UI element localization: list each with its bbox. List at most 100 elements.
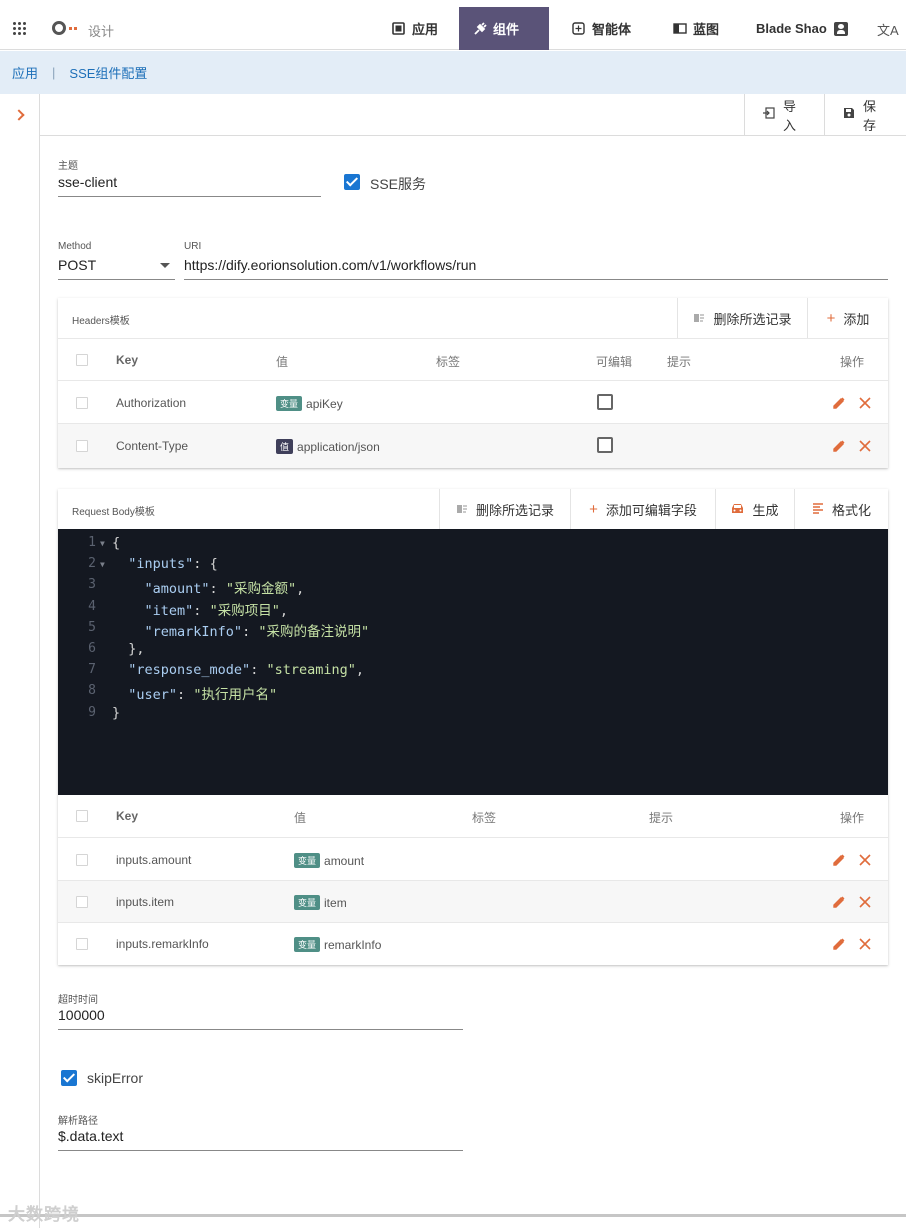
json-code-editor[interactable]: 1 ▼{2 ▼ "inputs": {3 "amount": "采购金额", 4 "i… — [58, 529, 888, 795]
code-text: "remarkInfo": "采购的备注说明" — [144, 623, 370, 640]
skip-error-checkbox[interactable] — [61, 1070, 77, 1086]
editable-checkbox[interactable] — [597, 394, 613, 410]
edit-icon[interactable] — [833, 854, 845, 866]
line-number: 9 — [88, 704, 96, 720]
row-value-text: application/json — [297, 440, 380, 454]
uri-input[interactable]: https://dify.eorionsolution.com/v1/workf… — [184, 257, 476, 273]
fold-toggle-icon[interactable]: ▼ — [100, 539, 105, 548]
row-key: inputs.amount — [116, 853, 192, 867]
nav-blueprint[interactable]: 蓝图 — [659, 7, 733, 50]
code-line: 9} — [58, 705, 888, 726]
parse-path-label: 解析路径 — [58, 1116, 98, 1127]
breadcrumb: 应用 | SSE组件配置 — [0, 51, 906, 94]
format-button[interactable]: 格式化 — [794, 489, 888, 529]
row-checkbox[interactable] — [76, 896, 88, 908]
code-line: 1 ▼ { — [58, 535, 888, 556]
top-bar: 设计 应用 组件 智能体 蓝图 Blade Shao 文A — [0, 0, 906, 50]
headers-delete-button[interactable]: 删除所选记录 — [677, 298, 807, 338]
select-all-checkbox[interactable] — [76, 810, 88, 822]
row-checkbox[interactable] — [76, 440, 88, 452]
add-editable-field-button[interactable]: + 添加可编辑字段 — [570, 489, 715, 529]
breadcrumb-root[interactable]: 应用 — [12, 63, 38, 82]
close-icon[interactable] — [859, 397, 871, 409]
plus-icon: + — [589, 500, 598, 518]
method-label: Method — [58, 241, 92, 252]
timeout-input[interactable]: 100000 — [58, 1007, 105, 1023]
close-icon[interactable] — [859, 938, 871, 950]
col-actions: 操作 — [840, 811, 865, 825]
chevron-down-icon[interactable] — [160, 263, 170, 268]
nav-agent[interactable]: 智能体 — [558, 7, 645, 50]
parse-path-underline — [58, 1150, 463, 1151]
row-checkbox[interactable] — [76, 938, 88, 950]
sse-service-checkbox[interactable] — [344, 174, 360, 190]
table-row: inputs.item 变量 item — [58, 880, 888, 922]
row-value-text: amount — [324, 854, 365, 868]
close-icon[interactable] — [859, 440, 871, 452]
value-type-tag: 变量 — [276, 396, 303, 411]
timeout-label: 超时时间 — [58, 995, 98, 1006]
table-row: inputs.amount 变量 amount — [58, 837, 888, 880]
code-line: 5 "remarkInfo": "采购的备注说明" — [58, 620, 888, 641]
user-menu[interactable]: Blade Shao — [756, 21, 848, 36]
save-icon — [843, 107, 855, 122]
code-line: 8 "user": "执行用户名" — [58, 683, 888, 704]
nav-app[interactable]: 应用 — [378, 7, 452, 50]
method-select[interactable]: POST — [58, 257, 96, 273]
select-all-checkbox[interactable] — [76, 354, 88, 366]
value-type-tag: 变量 — [294, 937, 321, 952]
app-grid-icon[interactable] — [13, 22, 27, 36]
car-icon — [731, 502, 744, 517]
import-icon — [763, 107, 775, 122]
import-button[interactable]: 导入 — [744, 94, 824, 135]
uri-underline — [184, 279, 888, 280]
row-checkbox[interactable] — [76, 397, 88, 409]
body-table-header: Key 值 标签 提示 操作 — [58, 795, 888, 837]
import-label: 导入 — [783, 98, 797, 133]
side-rail — [0, 94, 40, 1228]
edit-icon[interactable] — [833, 896, 845, 908]
code-line: 3 "amount": "采购金额", — [58, 577, 888, 598]
row-value-text: remarkInfo — [324, 938, 382, 952]
row-key: inputs.item — [116, 895, 175, 909]
row-key: Authorization — [116, 396, 187, 410]
edit-icon[interactable] — [833, 938, 845, 950]
close-icon[interactable] — [859, 854, 871, 866]
parse-path-input[interactable]: $.data.text — [58, 1128, 123, 1144]
row-value-text: item — [324, 896, 347, 910]
action-bar: 导入 保存 — [40, 94, 906, 136]
body-delete-button[interactable]: 删除所选记录 — [439, 489, 570, 529]
code-text: "inputs": { — [128, 556, 218, 573]
uri-label: URI — [184, 241, 202, 252]
logo-icon — [52, 21, 66, 35]
body-delete-label: 删除所选记录 — [475, 502, 554, 518]
line-number: 8 — [88, 683, 96, 699]
nav-plugin[interactable]: 组件 — [459, 7, 549, 50]
close-icon[interactable] — [859, 896, 871, 908]
row-checkbox[interactable] — [76, 854, 88, 866]
headers-add-label: 添加 — [843, 311, 870, 327]
line-number: 4 — [88, 598, 96, 614]
headers-delete-label: 删除所选记录 — [713, 311, 792, 327]
save-button[interactable]: 保存 — [824, 94, 906, 135]
line-number: 2 — [88, 556, 96, 572]
col-editable: 可编辑 — [596, 355, 633, 369]
align-left-icon — [812, 502, 824, 517]
headers-add-button[interactable]: + 添加 — [807, 298, 888, 338]
edit-icon[interactable] — [833, 440, 845, 452]
fold-toggle-icon[interactable]: ▼ — [100, 560, 105, 569]
editable-checkbox[interactable] — [597, 437, 613, 453]
edit-icon[interactable] — [833, 397, 845, 409]
col-value: 值 — [294, 811, 307, 825]
blueprint-icon — [673, 22, 687, 35]
code-text: }, — [112, 641, 145, 657]
topic-input[interactable]: sse-client — [58, 174, 117, 190]
code-text: "response_mode": "streaming", — [128, 662, 364, 679]
row-value: 变量 remarkInfo — [294, 937, 381, 952]
translate-icon[interactable]: 文A — [877, 20, 899, 39]
delete-list-icon — [693, 311, 705, 326]
generate-button[interactable]: 生成 — [715, 489, 794, 529]
col-key: Key — [116, 353, 139, 367]
timeout-underline — [58, 1029, 463, 1030]
col-tag: 标签 — [436, 355, 461, 369]
